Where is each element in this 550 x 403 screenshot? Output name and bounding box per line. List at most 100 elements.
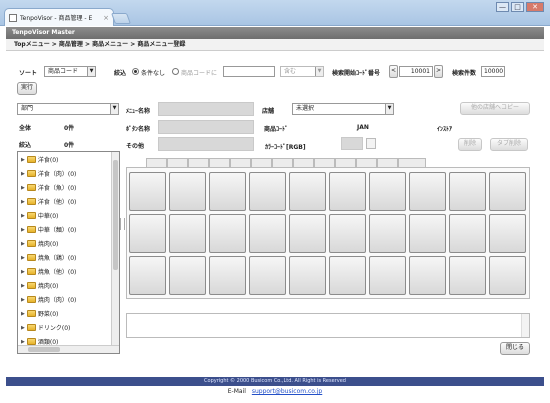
delete-button[interactable]: 削除 <box>458 138 482 151</box>
menu-button[interactable] <box>169 256 206 295</box>
tree-item[interactable]: ▶ 洋食（肉）(0) <box>21 169 76 178</box>
grid-tab[interactable] <box>251 158 272 167</box>
menu-button[interactable] <box>449 172 486 211</box>
menu-button[interactable] <box>169 172 206 211</box>
browser-tab[interactable]: TenpoVisor - 商品管理 - E × <box>4 8 114 26</box>
store-select[interactable]: 未選択 ▼ <box>292 103 394 115</box>
tree-item[interactable]: ▶ 野菜(0) <box>21 309 58 318</box>
menu-button[interactable] <box>329 214 366 253</box>
memo-textarea[interactable] <box>126 313 530 338</box>
close-tab-icon[interactable]: × <box>103 14 109 22</box>
expand-icon[interactable]: ▶ <box>21 297 25 303</box>
tree-horizontal-scrollbar[interactable] <box>18 345 119 353</box>
menu-button[interactable] <box>489 214 526 253</box>
menu-button[interactable] <box>409 172 446 211</box>
expand-icon[interactable]: ▶ <box>21 185 25 191</box>
category-select[interactable]: 部門 ▼ <box>17 103 119 115</box>
expand-icon[interactable]: ▶ <box>21 269 25 275</box>
tree-item[interactable]: ▶ 中華(0) <box>21 211 58 220</box>
maximize-icon[interactable]: □ <box>511 2 524 12</box>
grid-tab[interactable] <box>272 158 293 167</box>
scroll-thumb[interactable] <box>113 160 118 270</box>
radio-none[interactable] <box>132 68 139 75</box>
code-filter-input[interactable] <box>223 66 275 77</box>
expand-icon[interactable]: ▶ <box>21 283 25 289</box>
expand-icon[interactable]: ▶ <box>21 339 25 345</box>
expand-icon[interactable]: ▶ <box>21 157 25 163</box>
menu-button[interactable] <box>129 172 166 211</box>
grid-tab[interactable] <box>230 158 251 167</box>
prev-button[interactable]: < <box>389 65 398 78</box>
expand-icon[interactable]: ▶ <box>21 325 25 331</box>
scroll-thumb[interactable] <box>28 347 60 352</box>
expand-icon[interactable]: ▶ <box>21 241 25 247</box>
menu-button[interactable] <box>209 214 246 253</box>
expand-icon[interactable]: ▶ <box>21 171 25 177</box>
grid-tab[interactable] <box>167 158 188 167</box>
menu-button[interactable] <box>489 256 526 295</box>
menu-button[interactable] <box>249 256 286 295</box>
menu-button[interactable] <box>129 214 166 253</box>
menu-button[interactable] <box>449 214 486 253</box>
menu-button[interactable] <box>369 172 406 211</box>
grid-tab[interactable] <box>188 158 209 167</box>
menu-button[interactable] <box>449 256 486 295</box>
count-input[interactable]: 10000 <box>481 66 505 77</box>
match-select[interactable]: 含む ▼ <box>280 66 324 77</box>
expand-icon[interactable]: ▶ <box>21 255 25 261</box>
category-tree[interactable]: ▶ 洋食(0) ▶ 洋食（肉）(0) ▶ 洋食（魚）(0) ▶ 洋食（他）(0) ▶ 中華… <box>17 151 120 354</box>
radio-code[interactable] <box>172 68 179 75</box>
grid-tab[interactable] <box>146 158 167 167</box>
grid-tab[interactable] <box>377 158 398 167</box>
menu-button[interactable] <box>129 256 166 295</box>
close-icon[interactable]: ✕ <box>526 2 544 12</box>
color-picker-button[interactable] <box>366 138 376 149</box>
copy-to-store-button[interactable]: 他の店舗へコピー <box>460 102 530 115</box>
menu-button[interactable] <box>369 214 406 253</box>
run-button[interactable]: 実行 <box>17 82 37 95</box>
tree-item[interactable]: ▶ 洋食（他）(0) <box>21 197 76 206</box>
grid-tab[interactable] <box>335 158 356 167</box>
menu-button[interactable] <box>169 214 206 253</box>
panel-splitter[interactable] <box>120 218 125 230</box>
menu-name-field[interactable] <box>158 102 254 116</box>
close-button[interactable]: 閉じる <box>500 342 530 355</box>
tree-item[interactable]: ▶ 洋食（魚）(0) <box>21 183 76 192</box>
tree-item[interactable]: ▶ 焼肉(0) <box>21 281 58 290</box>
memo-scrollbar[interactable] <box>521 314 529 337</box>
expand-icon[interactable]: ▶ <box>21 311 25 317</box>
minimize-icon[interactable]: — <box>496 2 509 12</box>
tab-delete-button[interactable]: タブ削除 <box>490 138 528 151</box>
tree-item[interactable]: ▶ 焼魚（鶏）(0) <box>21 253 76 262</box>
menu-button[interactable] <box>249 214 286 253</box>
expand-icon[interactable]: ▶ <box>21 199 25 205</box>
tree-item[interactable]: ▶ 中華（麺）(0) <box>21 225 76 234</box>
menu-button[interactable] <box>369 256 406 295</box>
menu-button[interactable] <box>409 256 446 295</box>
tree-item[interactable]: ▶ 焼肉(0) <box>21 239 58 248</box>
menu-button[interactable] <box>289 256 326 295</box>
grid-tab[interactable] <box>398 158 426 167</box>
menu-button[interactable] <box>209 256 246 295</box>
menu-button[interactable] <box>329 256 366 295</box>
menu-button[interactable] <box>249 172 286 211</box>
menu-button[interactable] <box>289 214 326 253</box>
menu-button[interactable] <box>489 172 526 211</box>
menu-button[interactable] <box>409 214 446 253</box>
grid-tab[interactable] <box>293 158 314 167</box>
tree-item[interactable]: ▶ 焼肉（肉）(0) <box>21 295 76 304</box>
other-field[interactable] <box>158 137 254 151</box>
expand-icon[interactable]: ▶ <box>21 227 25 233</box>
grid-tab[interactable] <box>356 158 377 167</box>
menu-button[interactable] <box>289 172 326 211</box>
sort-select[interactable]: 商品コード ▼ <box>44 66 96 77</box>
email-link[interactable]: support@busicom.co.jp <box>252 388 322 395</box>
start-code-input[interactable]: 10001 <box>399 66 433 77</box>
grid-tab[interactable] <box>314 158 335 167</box>
expand-icon[interactable]: ▶ <box>21 213 25 219</box>
tree-vertical-scrollbar[interactable] <box>111 152 119 353</box>
color-code-field[interactable] <box>341 137 363 150</box>
button-name-field[interactable] <box>158 120 254 134</box>
tree-item[interactable]: ▶ ドリンク(0) <box>21 323 70 332</box>
menu-button[interactable] <box>209 172 246 211</box>
